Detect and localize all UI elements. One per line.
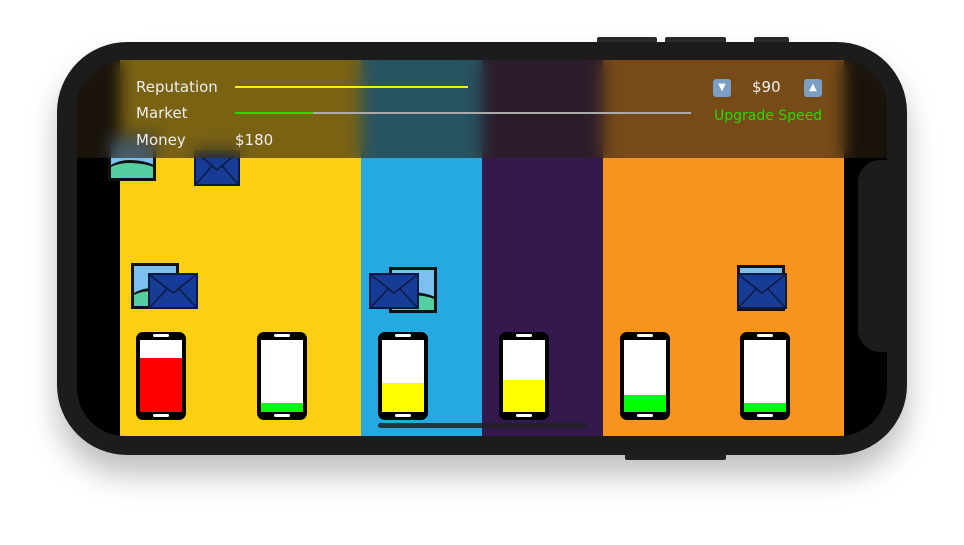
- price-value: $90: [752, 78, 781, 96]
- phone-screen: [261, 340, 303, 412]
- phone-screen: [140, 340, 182, 412]
- money-label: Money: [136, 131, 186, 149]
- money-value: $180: [235, 131, 274, 149]
- home-indicator[interactable]: [378, 423, 587, 428]
- envelope-icon: [737, 273, 787, 309]
- reputation-label: Reputation: [136, 78, 218, 96]
- smartphone-customer[interactable]: [499, 332, 549, 420]
- speaker-icon: [637, 334, 653, 337]
- patience-fill: [140, 358, 182, 412]
- speaker-icon: [757, 334, 773, 337]
- home-button-icon: [757, 414, 773, 417]
- home-button-icon: [395, 414, 411, 417]
- patience-fill: [744, 403, 786, 412]
- smartphone-customer[interactable]: [378, 332, 428, 420]
- smartphone-customer[interactable]: [740, 332, 790, 420]
- smartphone-customer[interactable]: [257, 332, 307, 420]
- price-up-button[interactable]: ▲: [804, 79, 822, 97]
- hud-panel: Reputation Market Money $180 ▼ $90 ▲ Upg…: [77, 60, 887, 158]
- smartphone-customer[interactable]: [136, 332, 186, 420]
- market-bar: [235, 112, 691, 114]
- patience-fill: [261, 403, 303, 412]
- patience-fill: [503, 379, 545, 412]
- patience-fill: [624, 394, 666, 412]
- device-notch: [858, 160, 898, 352]
- upgrade-speed-button[interactable]: Upgrade Speed: [714, 108, 822, 124]
- patience-fill: [382, 383, 424, 412]
- phone-screen: [382, 340, 424, 412]
- market-label: Market: [136, 104, 188, 122]
- reputation-bar: [235, 86, 468, 88]
- speaker-icon: [153, 334, 169, 337]
- home-button-icon: [153, 414, 169, 417]
- phone-screen: [744, 340, 786, 412]
- phone-screen: [624, 340, 666, 412]
- home-button-icon: [637, 414, 653, 417]
- speaker-icon: [516, 334, 532, 337]
- phone-screen: [503, 340, 545, 412]
- envelope-icon: [369, 273, 419, 309]
- price-down-button[interactable]: ▼: [713, 79, 731, 97]
- envelope-icon: [148, 273, 198, 309]
- speaker-icon: [395, 334, 411, 337]
- home-button-icon: [274, 414, 290, 417]
- game-screen: Reputation Market Money $180 ▼ $90 ▲ Upg…: [77, 60, 887, 436]
- home-button-icon: [516, 414, 532, 417]
- smartphone-customer[interactable]: [620, 332, 670, 420]
- speaker-icon: [274, 334, 290, 337]
